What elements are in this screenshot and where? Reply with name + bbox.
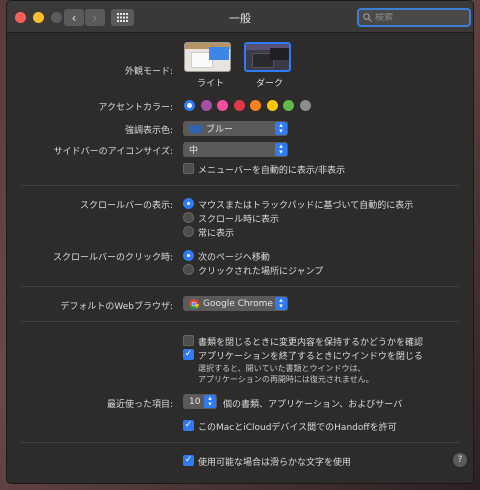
scrollbar-click-jump-label: クリックされた場所にジャンプ <box>198 267 324 277</box>
accent-color-swatch[interactable] <box>266 100 278 111</box>
highlight-color-popup[interactable]: ブルー ▴ ▾ <box>183 121 288 136</box>
sidebar-icon-size-label: サイドバーのアイコンサイズ: <box>53 147 173 157</box>
checkmark-icon: ✓ <box>184 455 193 465</box>
popup-arrows-icon: ▴ ▾ <box>275 122 287 135</box>
close-windows-note-line2: アプリケーションの再開時には復元されません。 <box>198 375 374 384</box>
handoff-checkbox[interactable]: ✓ <box>183 420 194 431</box>
checkmark-icon: ✓ <box>184 349 193 359</box>
divider <box>21 442 459 443</box>
recent-items-suffix: 個の書類、アプリケーション、およびサーバ <box>223 400 403 410</box>
divider <box>21 286 459 287</box>
accent-color-swatch[interactable] <box>200 100 212 111</box>
scrollbar-click-next-page-radio[interactable] <box>183 250 194 261</box>
recent-items-popup[interactable]: 10 ▴ ▾ <box>183 394 217 409</box>
highlight-color-label: 強調表示色: <box>124 126 173 136</box>
accent-color-swatch[interactable] <box>283 100 294 111</box>
highlight-swatch <box>189 124 202 133</box>
titlebar: ‹ › 一般 <box>7 1 473 33</box>
scrollbar-show-label: スクロールバーの表示: <box>79 201 173 211</box>
divider <box>21 321 459 322</box>
search-input[interactable] <box>375 12 465 23</box>
close-windows-checkbox[interactable]: ✓ <box>183 349 194 360</box>
ask-keep-changes-checkbox[interactable] <box>183 335 194 346</box>
scrollbar-click-jump-radio[interactable] <box>183 264 194 275</box>
appearance-dark-thumbnail[interactable] <box>244 42 291 72</box>
smooth-fonts-checkbox[interactable]: ✓ <box>183 455 194 466</box>
sidebar-icon-size-value: 中 <box>189 146 199 156</box>
chrome-icon <box>189 298 199 309</box>
general-preferences-window: ‹ › 一般 外観モード: ラ <box>6 0 474 484</box>
handoff-label: このMacとiCloudデバイス間でのHandoffを許可 <box>198 423 397 433</box>
scrollbar-show-scrolling-radio[interactable] <box>183 212 194 223</box>
search-icon <box>363 13 372 22</box>
divider <box>21 185 459 186</box>
checkmark-icon: ✓ <box>184 420 193 430</box>
scrollbar-show-auto-label: マウスまたはトラックパッドに基づいて自動的に表示 <box>198 201 414 211</box>
selected-dot-icon <box>187 103 192 108</box>
scrollbar-show-always-radio[interactable] <box>183 226 194 237</box>
search-field[interactable] <box>357 8 471 27</box>
recent-items-label: 最近使った項目: <box>106 400 173 410</box>
accent-color-swatch[interactable] <box>299 100 311 111</box>
popup-arrows-icon: ▴ ▾ <box>275 297 287 310</box>
accent-color-label: アクセントカラー: <box>98 103 173 113</box>
accent-color-swatch[interactable] <box>217 100 228 111</box>
popup-arrows-icon: ▴ ▾ <box>204 395 216 408</box>
sidebar-icon-size-popup[interactable]: 中 ▴ ▾ <box>183 142 288 157</box>
scrollbar-click-label: スクロールバーのクリック時: <box>52 253 173 263</box>
scrollbar-click-next-page-label: 次のページへ移動 <box>198 253 270 263</box>
appearance-light-label: ライト <box>197 79 225 89</box>
default-browser-popup[interactable]: Google Chrome ▴ ▾ <box>183 296 288 311</box>
appearance-label: 外観モード: <box>124 67 173 77</box>
popup-arrows-icon: ▴ ▾ <box>275 143 287 156</box>
scrollbar-show-auto-radio[interactable] <box>183 198 194 209</box>
accent-color-swatch[interactable] <box>184 100 195 111</box>
menubar-autohide-label: メニューバーを自動的に表示/非表示 <box>198 166 345 176</box>
help-button[interactable]: ? <box>453 453 467 467</box>
scrollbar-show-scrolling-label: スクロール時に表示 <box>198 215 280 225</box>
accent-color-swatch[interactable] <box>250 100 261 111</box>
appearance-dark-label: ダーク <box>256 79 284 89</box>
appearance-light-thumbnail[interactable] <box>184 42 231 72</box>
ask-keep-changes-label: 書類を閉じるときに変更内容を保持するかどうかを確認 <box>198 338 424 348</box>
default-browser-value: Google Chrome <box>203 298 273 309</box>
accent-color-swatch[interactable] <box>233 100 245 111</box>
smooth-fonts-label: 使用可能な場合は滑らかな文字を使用 <box>198 458 352 468</box>
menubar-autohide-checkbox[interactable] <box>183 163 194 174</box>
scrollbar-show-always-label: 常に表示 <box>198 229 235 239</box>
default-browser-label: デフォルトのWebブラウザ: <box>60 302 173 312</box>
highlight-color-value: ブルー <box>206 125 234 135</box>
close-windows-label: アプリケーションを終了するときにウインドウを閉じる <box>198 352 423 362</box>
recent-items-value: 10 <box>189 396 201 407</box>
